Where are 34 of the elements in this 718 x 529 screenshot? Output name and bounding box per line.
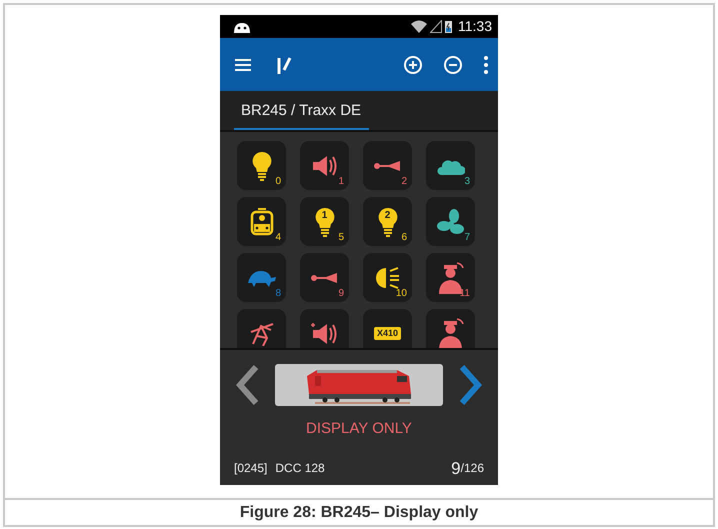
label-tag: X410 [374, 327, 402, 340]
bulb-number: 2 [384, 210, 392, 220]
function-button[interactable]: X410 [363, 309, 412, 348]
function-button[interactable]: 11 [426, 253, 475, 302]
function-button[interactable]: 8 [237, 253, 286, 302]
function-button[interactable]: 7 [426, 197, 475, 246]
next-button[interactable] [458, 364, 484, 406]
bulb-number: 1 [320, 210, 328, 220]
add-button[interactable] [402, 54, 424, 76]
mode-label: DISPLAY ONLY [305, 419, 413, 439]
wifi-icon [411, 20, 427, 33]
function-button[interactable] [237, 309, 286, 348]
function-button[interactable]: 9 [300, 253, 349, 302]
figure-caption: Figure 28: BR245– Display only [240, 502, 478, 522]
function-button[interactable] [300, 309, 349, 348]
total-count: /126 [460, 460, 484, 477]
position-number: 9 [451, 460, 461, 477]
clock-time: 11:33 [458, 17, 492, 36]
more-button[interactable] [482, 54, 490, 76]
function-button[interactable] [426, 309, 475, 348]
function-button[interactable]: 0 [237, 141, 286, 190]
function-button[interactable]: 2 6 [363, 197, 412, 246]
function-button[interactable]: 10 [363, 253, 412, 302]
battery-icon [445, 20, 452, 33]
function-button[interactable]: 1 [300, 141, 349, 190]
function-button[interactable]: 4 [237, 197, 286, 246]
function-button[interactable]: 3 [426, 141, 475, 190]
function-button[interactable]: 2 [363, 141, 412, 190]
remove-button[interactable] [442, 54, 464, 76]
function-button[interactable]: 1 5 [300, 197, 349, 246]
signal-icon [430, 20, 442, 33]
android-icon [232, 20, 252, 33]
address-label: [0245] [234, 460, 268, 477]
protocol-label: DCC 128 [275, 460, 326, 477]
